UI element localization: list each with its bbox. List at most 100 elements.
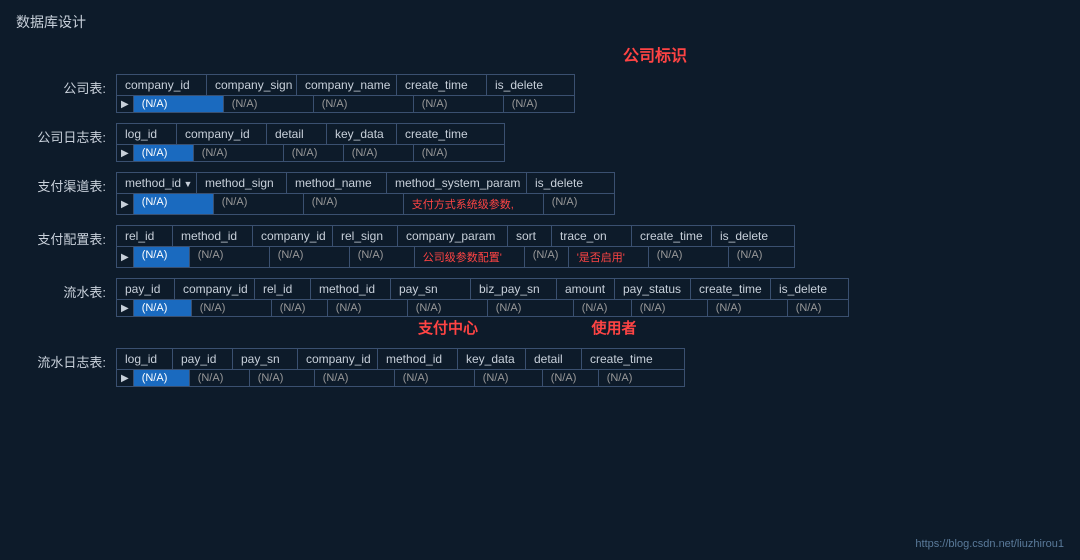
col-company_name: company_name <box>297 75 397 95</box>
col-pay_status: pay_status <box>615 279 691 299</box>
col-key_data: key_data <box>458 349 526 369</box>
company-log-label: 公司日志表: <box>16 123 116 146</box>
pay-config-table: rel_id method_id company_id rel_sign com… <box>116 225 795 268</box>
transaction-table: pay_id company_id rel_id method_id pay_s… <box>116 278 849 317</box>
cell-method_id: (N/A) <box>395 370 475 386</box>
col-method_id: method_id <box>173 226 253 246</box>
cell-method_id: (N/A) <box>134 194 214 214</box>
cell-rel_id: (N/A) <box>134 247 190 267</box>
col-trace_on: trace_on <box>552 226 632 246</box>
cell-is_delete: (N/A) <box>544 194 614 214</box>
cell-method_sign: (N/A) <box>214 194 304 214</box>
company-table-body: ▶ (N/A) (N/A) (N/A) (N/A) (N/A) <box>117 96 574 112</box>
pay-channel-table-row: 支付渠道表: method_id method_sign method_name… <box>16 172 1064 215</box>
cell-create_time: (N/A) <box>708 300 788 316</box>
cell-sort: (N/A) <box>525 247 569 267</box>
company-table: company_id company_sign company_name cre… <box>116 74 575 113</box>
paychan-data-row: (N/A) (N/A) (N/A) 支付方式系统级参数, (N/A) <box>134 194 614 214</box>
col-is_delete: is_delete <box>527 173 597 193</box>
col-amount: amount <box>557 279 615 299</box>
col-create_time: create_time <box>397 124 487 144</box>
company-table-label: 公司表: <box>16 74 116 97</box>
col-create_time: create_time <box>691 279 771 299</box>
col-rel_id: rel_id <box>255 279 311 299</box>
company-table-row: 公司表: company_id company_sign company_nam… <box>16 74 1064 113</box>
col-company_param: company_param <box>398 226 508 246</box>
paychan-table-header: method_id method_sign method_name method… <box>117 173 614 194</box>
cell-amount: (N/A) <box>574 300 632 316</box>
pay-config-table-row: 支付配置表: rel_id method_id company_id rel_s… <box>16 225 1064 268</box>
col-company_id: company_id <box>117 75 207 95</box>
col-key_data: key_data <box>327 124 397 144</box>
trans-data-row: (N/A) (N/A) (N/A) (N/A) (N/A) (N/A) (N/A… <box>134 300 848 316</box>
row-arrow: ▶ <box>117 145 134 161</box>
cell-company_param: 公司级参数配置' <box>415 247 525 267</box>
col-company_id: company_id <box>298 349 378 369</box>
col-detail: detail <box>526 349 582 369</box>
col-rel_id: rel_id <box>117 226 173 246</box>
center-label-paycenter: 支付中心 <box>408 317 488 338</box>
cell-company_id: (N/A) <box>134 96 224 112</box>
row-arrow: ▶ <box>117 300 134 316</box>
col-log_id: log_id <box>117 349 173 369</box>
center-label-spacer2 <box>488 317 574 338</box>
transaction-log-table: log_id pay_id pay_sn company_id method_i… <box>116 348 685 387</box>
cell-log_id: (N/A) <box>134 370 190 386</box>
col-company_id: company_id <box>175 279 255 299</box>
cell-key_data: (N/A) <box>475 370 543 386</box>
col-log_id: log_id <box>117 124 177 144</box>
transaction-log-label: 流水日志表: <box>16 348 116 371</box>
cell-is_delete: (N/A) <box>788 300 848 316</box>
pay-config-label: 支付配置表: <box>16 225 116 248</box>
col-method_name: method_name <box>287 173 387 193</box>
translog-table-body: ▶ (N/A) (N/A) (N/A) (N/A) (N/A) (N/A) (N… <box>117 370 684 386</box>
col-method_sign: method_sign <box>197 173 287 193</box>
cell-is_delete: (N/A) <box>504 96 574 112</box>
cell-create_time: (N/A) <box>599 370 684 386</box>
cell-pay_status: (N/A) <box>632 300 708 316</box>
cell-rel_id: (N/A) <box>272 300 328 316</box>
cell-trace_on: '是否启用' <box>569 247 649 267</box>
col-is_delete: is_delete <box>771 279 831 299</box>
cell-detail: (N/A) <box>284 145 344 161</box>
cell-company_id: (N/A) <box>315 370 395 386</box>
col-pay_id: pay_id <box>117 279 175 299</box>
transaction-label: 流水表: <box>16 278 116 301</box>
translog-table-header: log_id pay_id pay_sn company_id method_i… <box>117 349 684 370</box>
col-pay_sn: pay_sn <box>391 279 471 299</box>
cell-company_name: (N/A) <box>314 96 414 112</box>
cell-pay_sn: (N/A) <box>408 300 488 316</box>
cell-method_id: (N/A) <box>328 300 408 316</box>
payconf-table-header: rel_id method_id company_id rel_sign com… <box>117 226 794 247</box>
row-arrow: ▶ <box>117 370 134 386</box>
translog-data-row: (N/A) (N/A) (N/A) (N/A) (N/A) (N/A) (N/A… <box>134 370 684 386</box>
cell-method_id: (N/A) <box>190 247 270 267</box>
col-pay_sn: pay_sn <box>233 349 298 369</box>
col-create_time: create_time <box>397 75 487 95</box>
page-title: 数据库设计 <box>16 12 1064 32</box>
col-create_time: create_time <box>632 226 712 246</box>
col-company_sign: company_sign <box>207 75 297 95</box>
company-log-table: log_id company_id detail key_data create… <box>116 123 505 162</box>
cell-pay_sn: (N/A) <box>250 370 315 386</box>
company-table-header: company_id company_sign company_name cre… <box>117 75 574 96</box>
cell-key_data: (N/A) <box>344 145 414 161</box>
col-method_id: method_id <box>117 173 197 193</box>
company-data-row: (N/A) (N/A) (N/A) (N/A) (N/A) <box>134 96 574 112</box>
col-method_id: method_id <box>378 349 458 369</box>
cell-detail: (N/A) <box>543 370 599 386</box>
col-company_id: company_id <box>177 124 267 144</box>
cell-create_time: (N/A) <box>649 247 729 267</box>
pay-channel-label: 支付渠道表: <box>16 172 116 195</box>
complog-data-row: (N/A) (N/A) (N/A) (N/A) (N/A) <box>134 145 504 161</box>
cell-rel_sign: (N/A) <box>350 247 415 267</box>
pay-channel-table: method_id method_sign method_name method… <box>116 172 615 215</box>
row-arrow: ▶ <box>117 247 134 267</box>
cell-company_id: (N/A) <box>270 247 350 267</box>
row-arrow: ▶ <box>117 194 134 214</box>
complog-table-header: log_id company_id detail key_data create… <box>117 124 504 145</box>
col-company_id: company_id <box>253 226 333 246</box>
center-label-spacer <box>134 317 408 338</box>
cell-pay_id: (N/A) <box>134 300 192 316</box>
center-label-user: 使用者 <box>574 317 654 338</box>
